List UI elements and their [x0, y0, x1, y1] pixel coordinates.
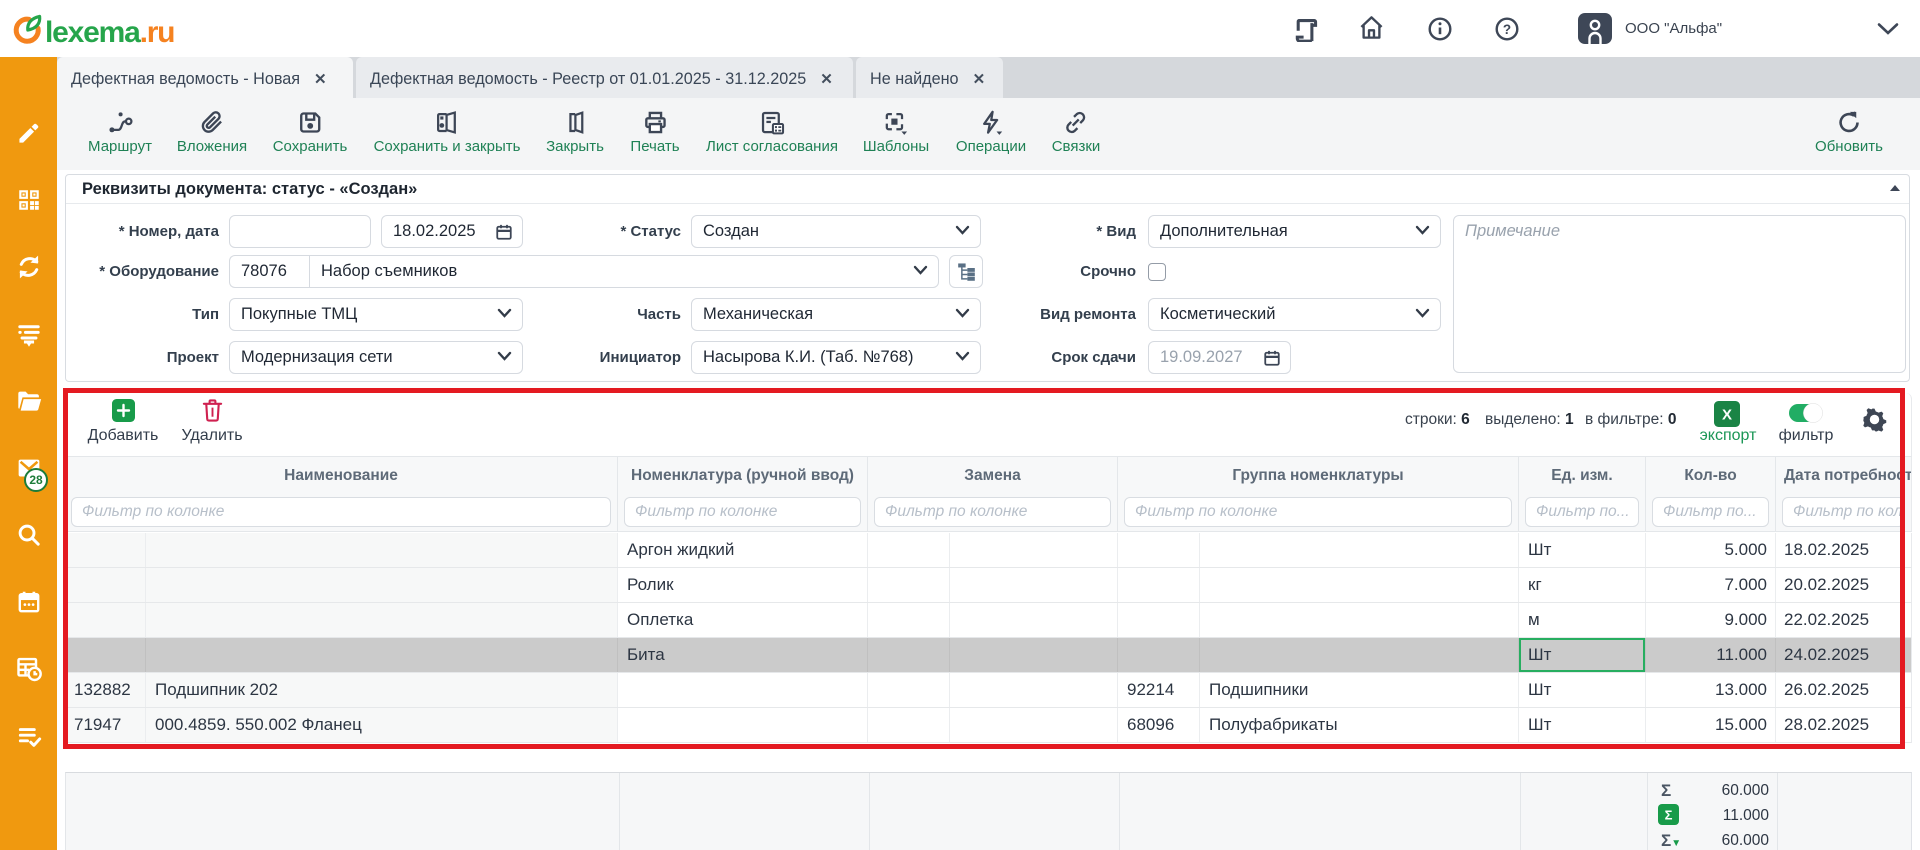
- svg-text:?: ?: [1503, 22, 1511, 37]
- svg-text:lexema.ru: lexema.ru: [45, 16, 174, 49]
